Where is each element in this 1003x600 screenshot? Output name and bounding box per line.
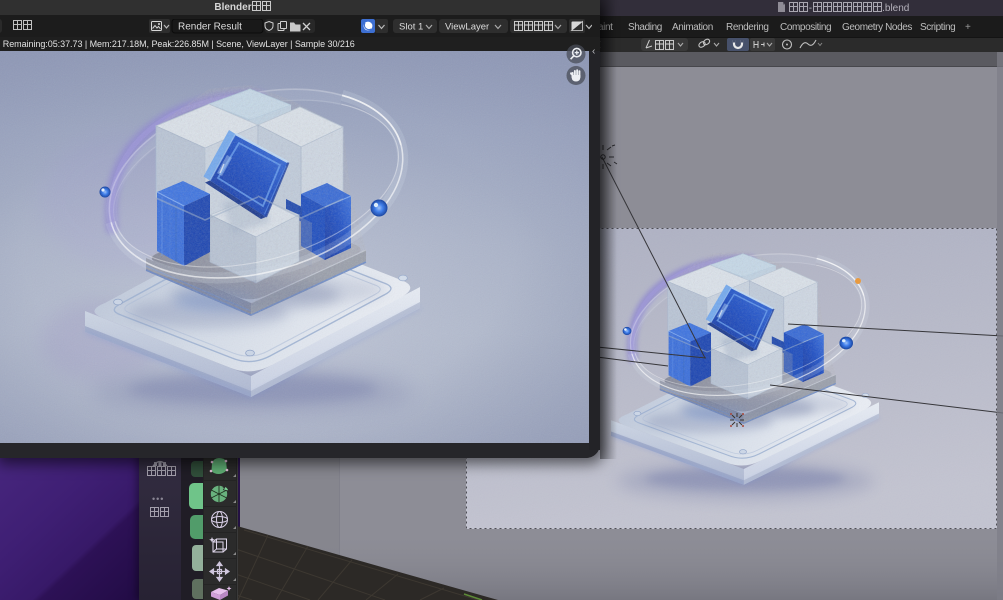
- svg-text:Render Result: Render Result: [178, 22, 242, 33]
- svg-text:Slot 1: Slot 1: [399, 22, 423, 33]
- svg-text:ViewLayer: ViewLayer: [445, 22, 489, 33]
